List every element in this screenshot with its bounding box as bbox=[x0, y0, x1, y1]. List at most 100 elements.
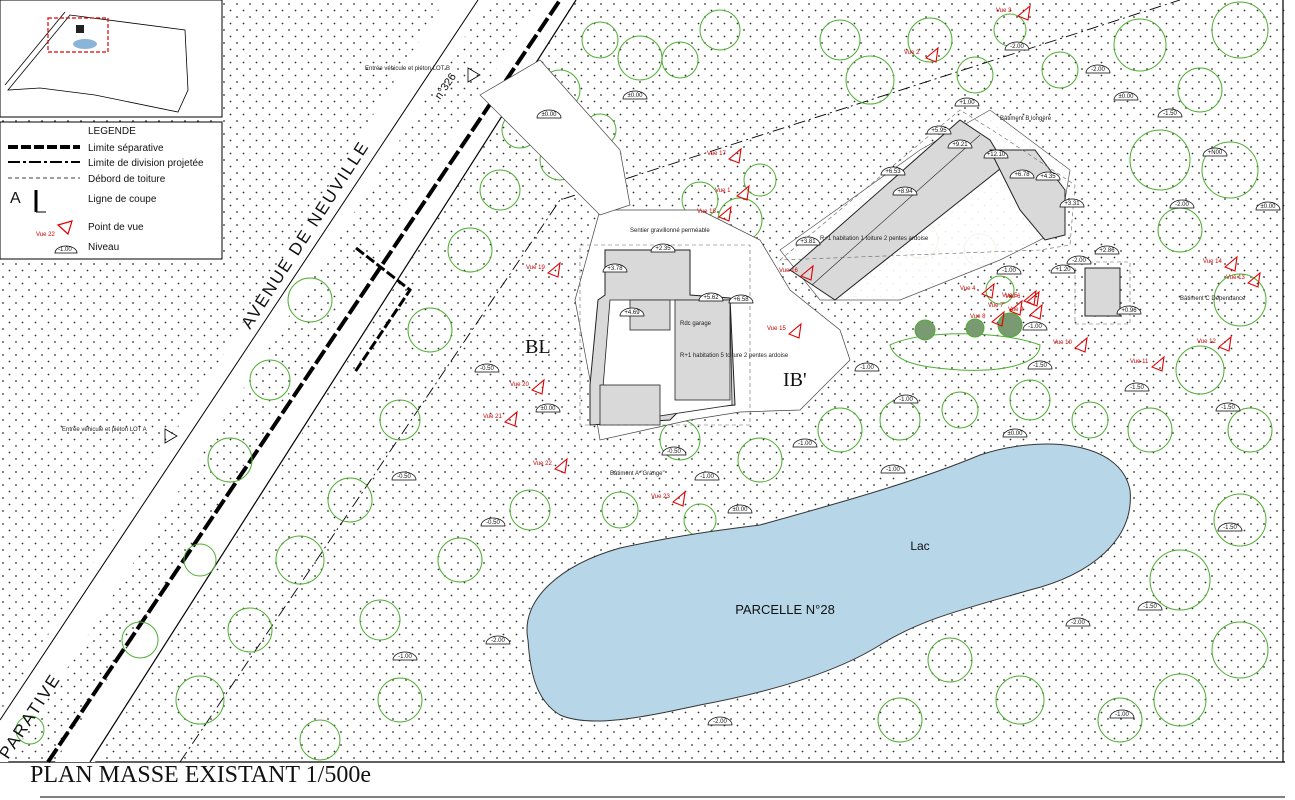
batiment-c-label: Bâtiment C Dépendance bbox=[1180, 296, 1246, 302]
legend-item-ligne-coupe: Ligne de coupe bbox=[88, 194, 157, 205]
level-value: +1.20 bbox=[1055, 267, 1071, 273]
hab-longere-label: R+1 habitation 1 toiture 2 pentes ardois… bbox=[820, 236, 929, 242]
garage-label: Rdc garage bbox=[680, 321, 712, 327]
level-value: ±0.00 bbox=[541, 406, 557, 412]
view-label: Vue 18 bbox=[697, 209, 716, 215]
view-label: Vue 3 bbox=[996, 8, 1012, 14]
view-label: Vue 10 bbox=[1053, 340, 1072, 346]
view-label: Vue 21 bbox=[483, 414, 502, 420]
level-value: -2.00 bbox=[1071, 620, 1085, 626]
level-value: -1.50 bbox=[1033, 363, 1047, 369]
level-value: +3.81 bbox=[800, 239, 816, 245]
level-value: +12.10 bbox=[987, 152, 1006, 158]
legend: LEGENDE Limite séparative Limite de divi… bbox=[0, 121, 223, 260]
level-value: -1.00 bbox=[1115, 712, 1129, 718]
lot-bl-label: BL bbox=[525, 336, 551, 358]
plan-title: PLAN MASSE EXISTANT 1/500e bbox=[30, 762, 371, 788]
view-label: Vue 6 bbox=[1005, 294, 1021, 300]
batiment-b-label: Bâtiment B longère bbox=[1000, 116, 1052, 122]
view-label: Vue 23 bbox=[651, 494, 670, 500]
level-value: +5.62 bbox=[703, 295, 719, 301]
view-label: Vue 15 bbox=[767, 326, 786, 332]
view-label: Vue 16 bbox=[779, 268, 798, 274]
level-value: -2.00 bbox=[1175, 202, 1189, 208]
view-label: Vue 8 bbox=[970, 314, 986, 320]
lake-label: Lac bbox=[910, 539, 929, 553]
view-label: Vue 9 bbox=[1008, 307, 1024, 313]
lot-bprime-label: IB' bbox=[783, 369, 807, 391]
level-value: -1.00 bbox=[700, 474, 714, 480]
path-label: Sentier gravillonné perméable bbox=[630, 228, 710, 234]
level-value: ±0.00 bbox=[542, 112, 558, 118]
legend-item-point-de-vue: Point de vue bbox=[88, 222, 144, 233]
level-value: -1.50 bbox=[1130, 385, 1144, 391]
level-value: +4.35 bbox=[1040, 174, 1056, 180]
level-value: +2.35 bbox=[655, 246, 671, 252]
level-value: +0.96 bbox=[1121, 308, 1137, 314]
level-value: ±0.00 bbox=[1119, 94, 1135, 100]
level-value: +1.00 bbox=[959, 100, 975, 106]
view-label: Vue 12 bbox=[1197, 339, 1216, 345]
level-value: -1.00 bbox=[1002, 268, 1016, 274]
level-value: +6.53 bbox=[885, 169, 901, 175]
level-value: ±0.00 bbox=[733, 507, 749, 513]
level-value: -1.00 bbox=[860, 365, 874, 371]
level-value: ±0.00 bbox=[1261, 204, 1277, 210]
level-value: +2.86 bbox=[1099, 248, 1115, 254]
level-value: +6.58 bbox=[733, 297, 749, 303]
legend-coupe-symbol: A bbox=[10, 190, 21, 207]
level-value: +4.69 bbox=[624, 310, 640, 316]
level-value: -2.00 bbox=[1010, 44, 1024, 50]
level-value: -1.50 bbox=[1223, 525, 1237, 531]
level-value: -1.00 bbox=[398, 654, 412, 660]
view-label: Vue 14 bbox=[1203, 259, 1222, 265]
level-value: -1.00 bbox=[899, 397, 913, 403]
view-label: Vue 11 bbox=[1130, 359, 1149, 365]
hab-grange-label: R+1 habitation 5 toiture 2 pentes ardois… bbox=[680, 353, 789, 359]
level-value: +8.94 bbox=[897, 189, 913, 195]
legend-niveau-symbol: -1.00 bbox=[58, 247, 72, 253]
level-value: -1.50 bbox=[1143, 604, 1157, 610]
legend-item-debord-toiture: Débord de toiture bbox=[88, 174, 166, 185]
legend-vue-symbol: Vue 22 bbox=[36, 232, 55, 238]
level-value: +N00 bbox=[1208, 150, 1223, 156]
level-value: -0.50 bbox=[480, 366, 494, 372]
level-value: -0.50 bbox=[667, 449, 681, 455]
level-value: +9.21 bbox=[952, 142, 968, 148]
view-label: Vue 2 bbox=[904, 50, 920, 56]
entry-a-label: Entrée véhicule et piéton LOT A bbox=[62, 427, 147, 433]
entry-b-label: Entrée véhicule et piéton LOT B bbox=[365, 66, 450, 72]
legend-item-niveau: Niveau bbox=[88, 242, 119, 253]
legend-item-limite-division: Limite de division projetée bbox=[88, 158, 204, 169]
view-label: Vue 19 bbox=[526, 265, 545, 271]
view-label: Vue 1 bbox=[715, 188, 731, 194]
level-marker: +12.10 bbox=[983, 149, 1009, 159]
level-value: -1.00 bbox=[886, 467, 900, 473]
legend-heading: LEGENDE bbox=[88, 126, 136, 137]
view-label: Vue 4 bbox=[960, 286, 976, 292]
level-value: -2.00 bbox=[1091, 67, 1105, 73]
level-value: -2.00 bbox=[713, 719, 727, 725]
location-inset bbox=[0, 0, 223, 118]
level-value: -1.50 bbox=[1221, 405, 1235, 411]
site-plan-map: Lac PARCELLE N°28 Rdc garage R+1 habitat… bbox=[0, 0, 1285, 798]
level-value: -2.00 bbox=[1072, 258, 1086, 264]
level-value: -0.50 bbox=[486, 520, 500, 526]
level-value: -1.00 bbox=[798, 441, 812, 447]
level-value: +6.78 bbox=[1014, 172, 1030, 178]
batiment-a-label: Bâtiment A "Grange" bbox=[610, 471, 665, 477]
parcel-label: PARCELLE N°28 bbox=[735, 602, 835, 617]
level-value: ±0.00 bbox=[628, 93, 644, 99]
level-value: -1.50 bbox=[1163, 111, 1177, 117]
level-value: +3.31 bbox=[1064, 201, 1080, 207]
view-label: Vue 13 bbox=[1226, 275, 1245, 281]
view-label: Vue 22 bbox=[533, 461, 552, 467]
level-value: +3.78 bbox=[607, 266, 623, 272]
legend-item-limite-separative: Limite séparative bbox=[88, 143, 164, 154]
view-label: Vue 7 bbox=[988, 303, 1004, 309]
level-value: -2.00 bbox=[491, 638, 505, 644]
level-value: +5.95 bbox=[931, 128, 947, 134]
level-value: ±0.00 bbox=[1008, 431, 1024, 437]
level-value: -0.50 bbox=[397, 474, 411, 480]
view-label: Vue 17 bbox=[707, 151, 726, 157]
